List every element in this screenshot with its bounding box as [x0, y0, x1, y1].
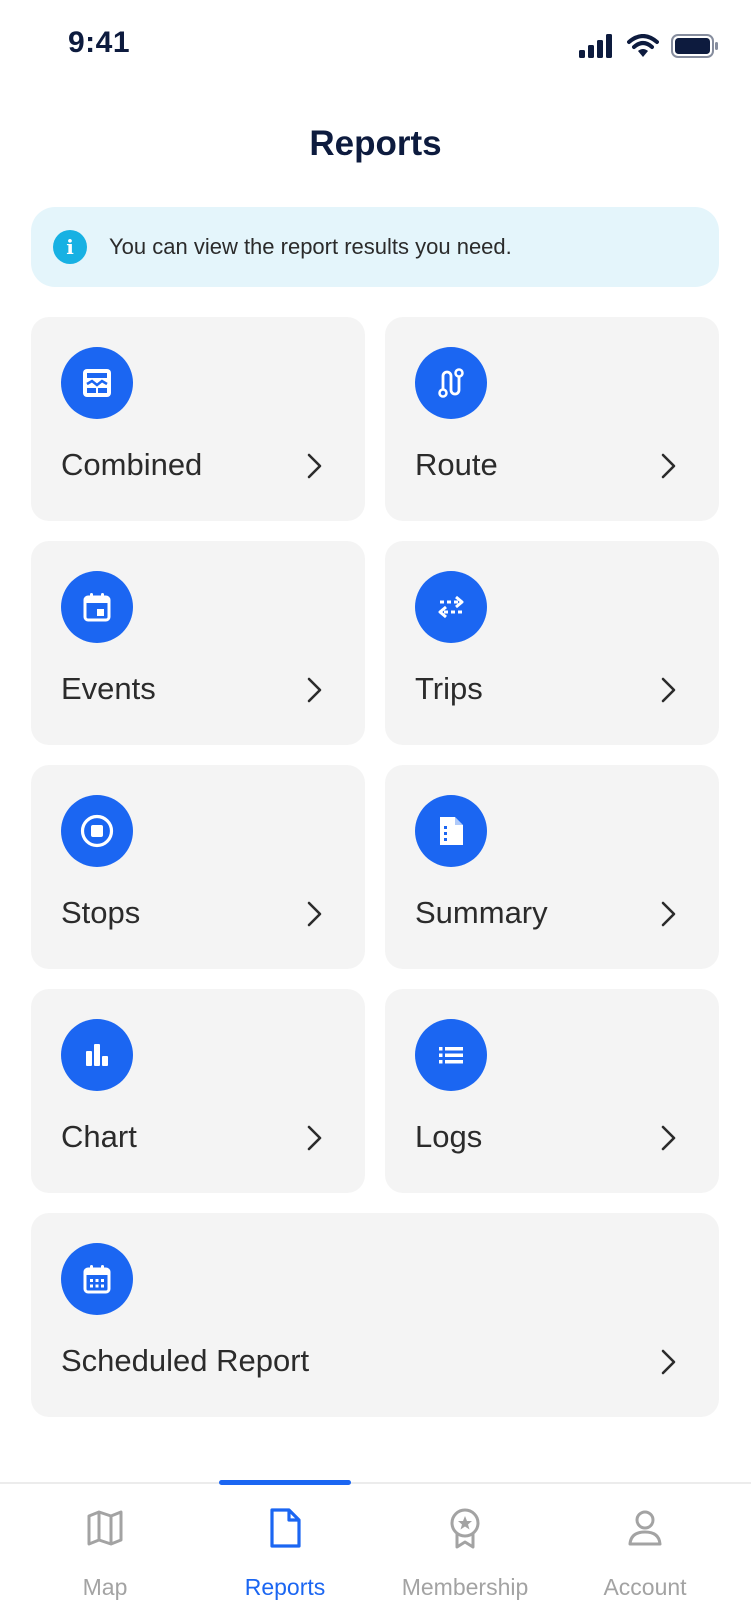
nav-item-label: Account: [603, 1574, 687, 1600]
report-card-combined[interactable]: Combined: [31, 317, 365, 521]
report-card-summary[interactable]: Summary: [385, 765, 719, 969]
stop-icon: [61, 795, 133, 867]
chevron-right-icon: [661, 677, 676, 703]
nav-item-membership[interactable]: Membership: [375, 1484, 555, 1624]
nav-item-reports[interactable]: Reports: [195, 1484, 375, 1624]
battery-icon: [671, 34, 718, 58]
report-card-chart[interactable]: Chart: [31, 989, 365, 1193]
status-time: 9:41: [68, 26, 131, 59]
status-icons: [579, 32, 719, 60]
report-card-scheduled-report[interactable]: Scheduled Report: [31, 1213, 719, 1417]
report-card-label: Events: [61, 671, 156, 706]
report-card-trips[interactable]: Trips: [385, 541, 719, 745]
chevron-right-icon: [307, 677, 322, 703]
combined-report-icon: [61, 347, 133, 419]
nav-item-label: Reports: [244, 1574, 326, 1600]
report-card-label: Stops: [61, 895, 141, 930]
report-card-label: Summary: [415, 895, 548, 930]
chevron-right-icon: [661, 1125, 676, 1151]
report-card-label: Route: [415, 447, 498, 482]
map-icon: [87, 1510, 123, 1546]
chevron-right-icon: [307, 1125, 322, 1151]
report-card-label: Scheduled Report: [61, 1343, 310, 1378]
bar-chart-icon: [61, 1019, 133, 1091]
report-card-events[interactable]: Events: [31, 541, 365, 745]
report-card-label: Chart: [61, 1119, 137, 1154]
report-card-label: Trips: [415, 671, 483, 706]
info-banner-text: You can view the report results you need…: [109, 234, 512, 259]
chevron-right-icon: [661, 901, 676, 927]
report-card-logs[interactable]: Logs: [385, 989, 719, 1193]
chevron-right-icon: [661, 453, 676, 479]
wifi-icon: [627, 34, 659, 57]
status-bar: 9:41: [0, 0, 751, 92]
report-card-label: Combined: [61, 447, 203, 482]
cellular-signal-icon: [579, 34, 612, 58]
chevron-right-icon: [307, 901, 322, 927]
report-card-route[interactable]: Route: [385, 317, 719, 521]
trips-arrows-icon: [415, 571, 487, 643]
info-icon: i: [53, 230, 87, 264]
medal-icon: [450, 1508, 480, 1549]
summary-document-icon: [415, 795, 487, 867]
bottom-navigation: Map Reports Membership Account: [0, 1480, 751, 1624]
nav-item-map[interactable]: Map: [15, 1484, 195, 1624]
nav-item-label: Membership: [401, 1574, 529, 1600]
info-banner: i You can view the report results you ne…: [31, 207, 719, 287]
calendar-grid-icon: [61, 1243, 133, 1315]
list-icon: [415, 1019, 487, 1091]
chevron-right-icon: [307, 453, 322, 479]
report-card-label: Logs: [415, 1119, 483, 1154]
nav-item-account[interactable]: Account: [555, 1484, 735, 1624]
report-card-stops[interactable]: Stops: [31, 765, 365, 969]
nav-item-label: Map: [82, 1574, 128, 1600]
person-icon: [628, 1510, 662, 1546]
route-icon: [415, 347, 487, 419]
page-title: Reports: [309, 124, 442, 163]
calendar-event-icon: [61, 571, 133, 643]
chevron-right-icon: [661, 1349, 676, 1375]
document-icon: [270, 1508, 301, 1548]
